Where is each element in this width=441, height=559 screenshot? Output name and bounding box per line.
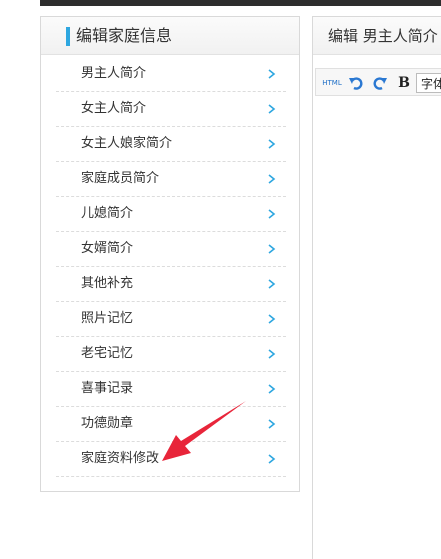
sidebar-item-son-in-law[interactable]: 女婿简介 [56,232,286,267]
chevron-right-icon [268,349,276,359]
editor-title: 编辑 男主人简介 [328,27,438,45]
editor-header: 编辑 男主人简介 [313,17,441,55]
editor-toolbar: HTML B 字体 [315,68,441,96]
sidebar-item-label: 家庭成员简介 [81,171,160,186]
sidebar-item-edit-family-info[interactable]: 家庭资料修改 [56,442,286,477]
chevron-right-icon [268,244,276,254]
editor-panel: 编辑 男主人简介 HTML B 字体 [312,16,441,559]
sidebar-item-label: 女主人娘家简介 [81,136,173,151]
sidebar-header: 编辑家庭信息 [41,17,299,55]
sidebar-item-label: 女婿简介 [81,241,134,256]
sidebar-item-female-host-family[interactable]: 女主人娘家简介 [56,127,286,162]
chevron-right-icon [268,279,276,289]
sidebar-item-label: 男主人简介 [81,66,147,81]
sidebar-item-old-house-memories[interactable]: 老宅记忆 [56,337,286,372]
sidebar-item-label: 照片记忆 [81,311,134,326]
sidebar-item-daughter-in-law[interactable]: 儿媳简介 [56,197,286,232]
undo-button[interactable] [347,73,365,93]
sidebar-item-male-host[interactable]: 男主人简介 [56,57,286,92]
sidebar-item-label: 喜事记录 [81,381,134,396]
chevron-right-icon [268,174,276,184]
sidebar-item-family-members[interactable]: 家庭成员简介 [56,162,286,197]
sidebar-item-label: 其他补充 [81,276,134,291]
sidebar-item-merit-medals[interactable]: 功德勋章 [56,407,286,442]
font-family-select[interactable]: 字体 [416,73,441,93]
chevron-right-icon [268,454,276,464]
sidebar-item-label: 功德勋章 [81,416,134,431]
chevron-right-icon [268,104,276,114]
redo-icon [373,77,387,90]
html-source-button[interactable]: HTML [321,73,343,93]
top-image-strip [40,0,441,6]
sidebar-title: 编辑家庭信息 [76,26,173,45]
bold-button[interactable]: B [396,73,412,93]
chevron-right-icon [268,419,276,429]
sidebar-panel: 编辑家庭信息 男主人简介 女主人简介 女主人娘家简介 家庭成员简介 儿媳简介 女… [40,16,300,492]
header-accent-bar [66,27,70,46]
sidebar-item-female-host[interactable]: 女主人简介 [56,92,286,127]
sidebar-item-label: 老宅记忆 [81,346,134,361]
redo-button[interactable] [371,73,389,93]
sidebar-item-label: 家庭资料修改 [81,451,160,466]
chevron-right-icon [268,139,276,149]
sidebar-item-label: 女主人简介 [81,101,147,116]
sidebar-item-other[interactable]: 其他补充 [56,267,286,302]
chevron-right-icon [268,384,276,394]
sidebar-item-photo-memories[interactable]: 照片记忆 [56,302,286,337]
sidebar-item-happy-events[interactable]: 喜事记录 [56,372,286,407]
chevron-right-icon [268,209,276,219]
chevron-right-icon [268,314,276,324]
sidebar-menu: 男主人简介 女主人简介 女主人娘家简介 家庭成员简介 儿媳简介 女婿简介 其他补… [56,57,286,477]
sidebar-item-label: 儿媳简介 [81,206,134,221]
page: 编辑家庭信息 男主人简介 女主人简介 女主人娘家简介 家庭成员简介 儿媳简介 女… [0,0,441,559]
chevron-right-icon [268,69,276,79]
undo-icon [349,77,363,90]
